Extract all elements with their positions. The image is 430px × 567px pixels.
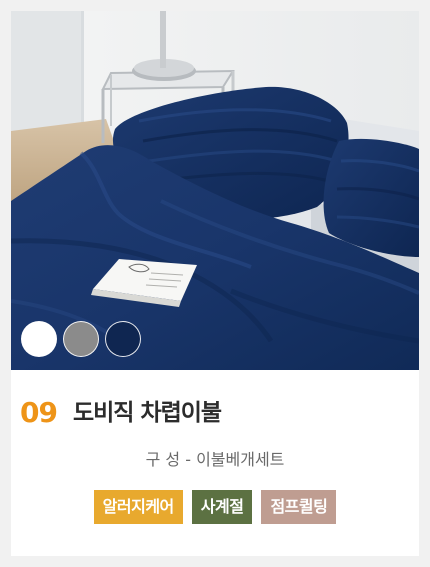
product-image[interactable] [11, 11, 419, 370]
swatch-white[interactable] [21, 321, 57, 357]
product-name[interactable]: 도비직 차렵이불 [73, 401, 222, 425]
color-swatches [21, 321, 141, 359]
tag-allergy-care: 알러지케어 [93, 490, 183, 524]
bedding-photo [11, 11, 419, 370]
product-number: 09 [20, 396, 58, 429]
feature-tags: 알러지케어 사계절 점프퀼팅 [11, 490, 419, 524]
product-title-row: 09 도비직 차렵이불 [20, 393, 410, 433]
tag-four-seasons: 사계절 [191, 490, 253, 524]
tag-jump-quilting: 점프퀼팅 [261, 490, 337, 524]
product-card[interactable]: 09 도비직 차렵이불 구 성 - 이불베개세트 알러지케어 사계절 점프퀼팅 [11, 11, 419, 556]
swatch-navy[interactable] [105, 321, 141, 357]
swatch-gray[interactable] [63, 321, 99, 357]
product-composition: 구 성 - 이불베개세트 [145, 450, 285, 469]
